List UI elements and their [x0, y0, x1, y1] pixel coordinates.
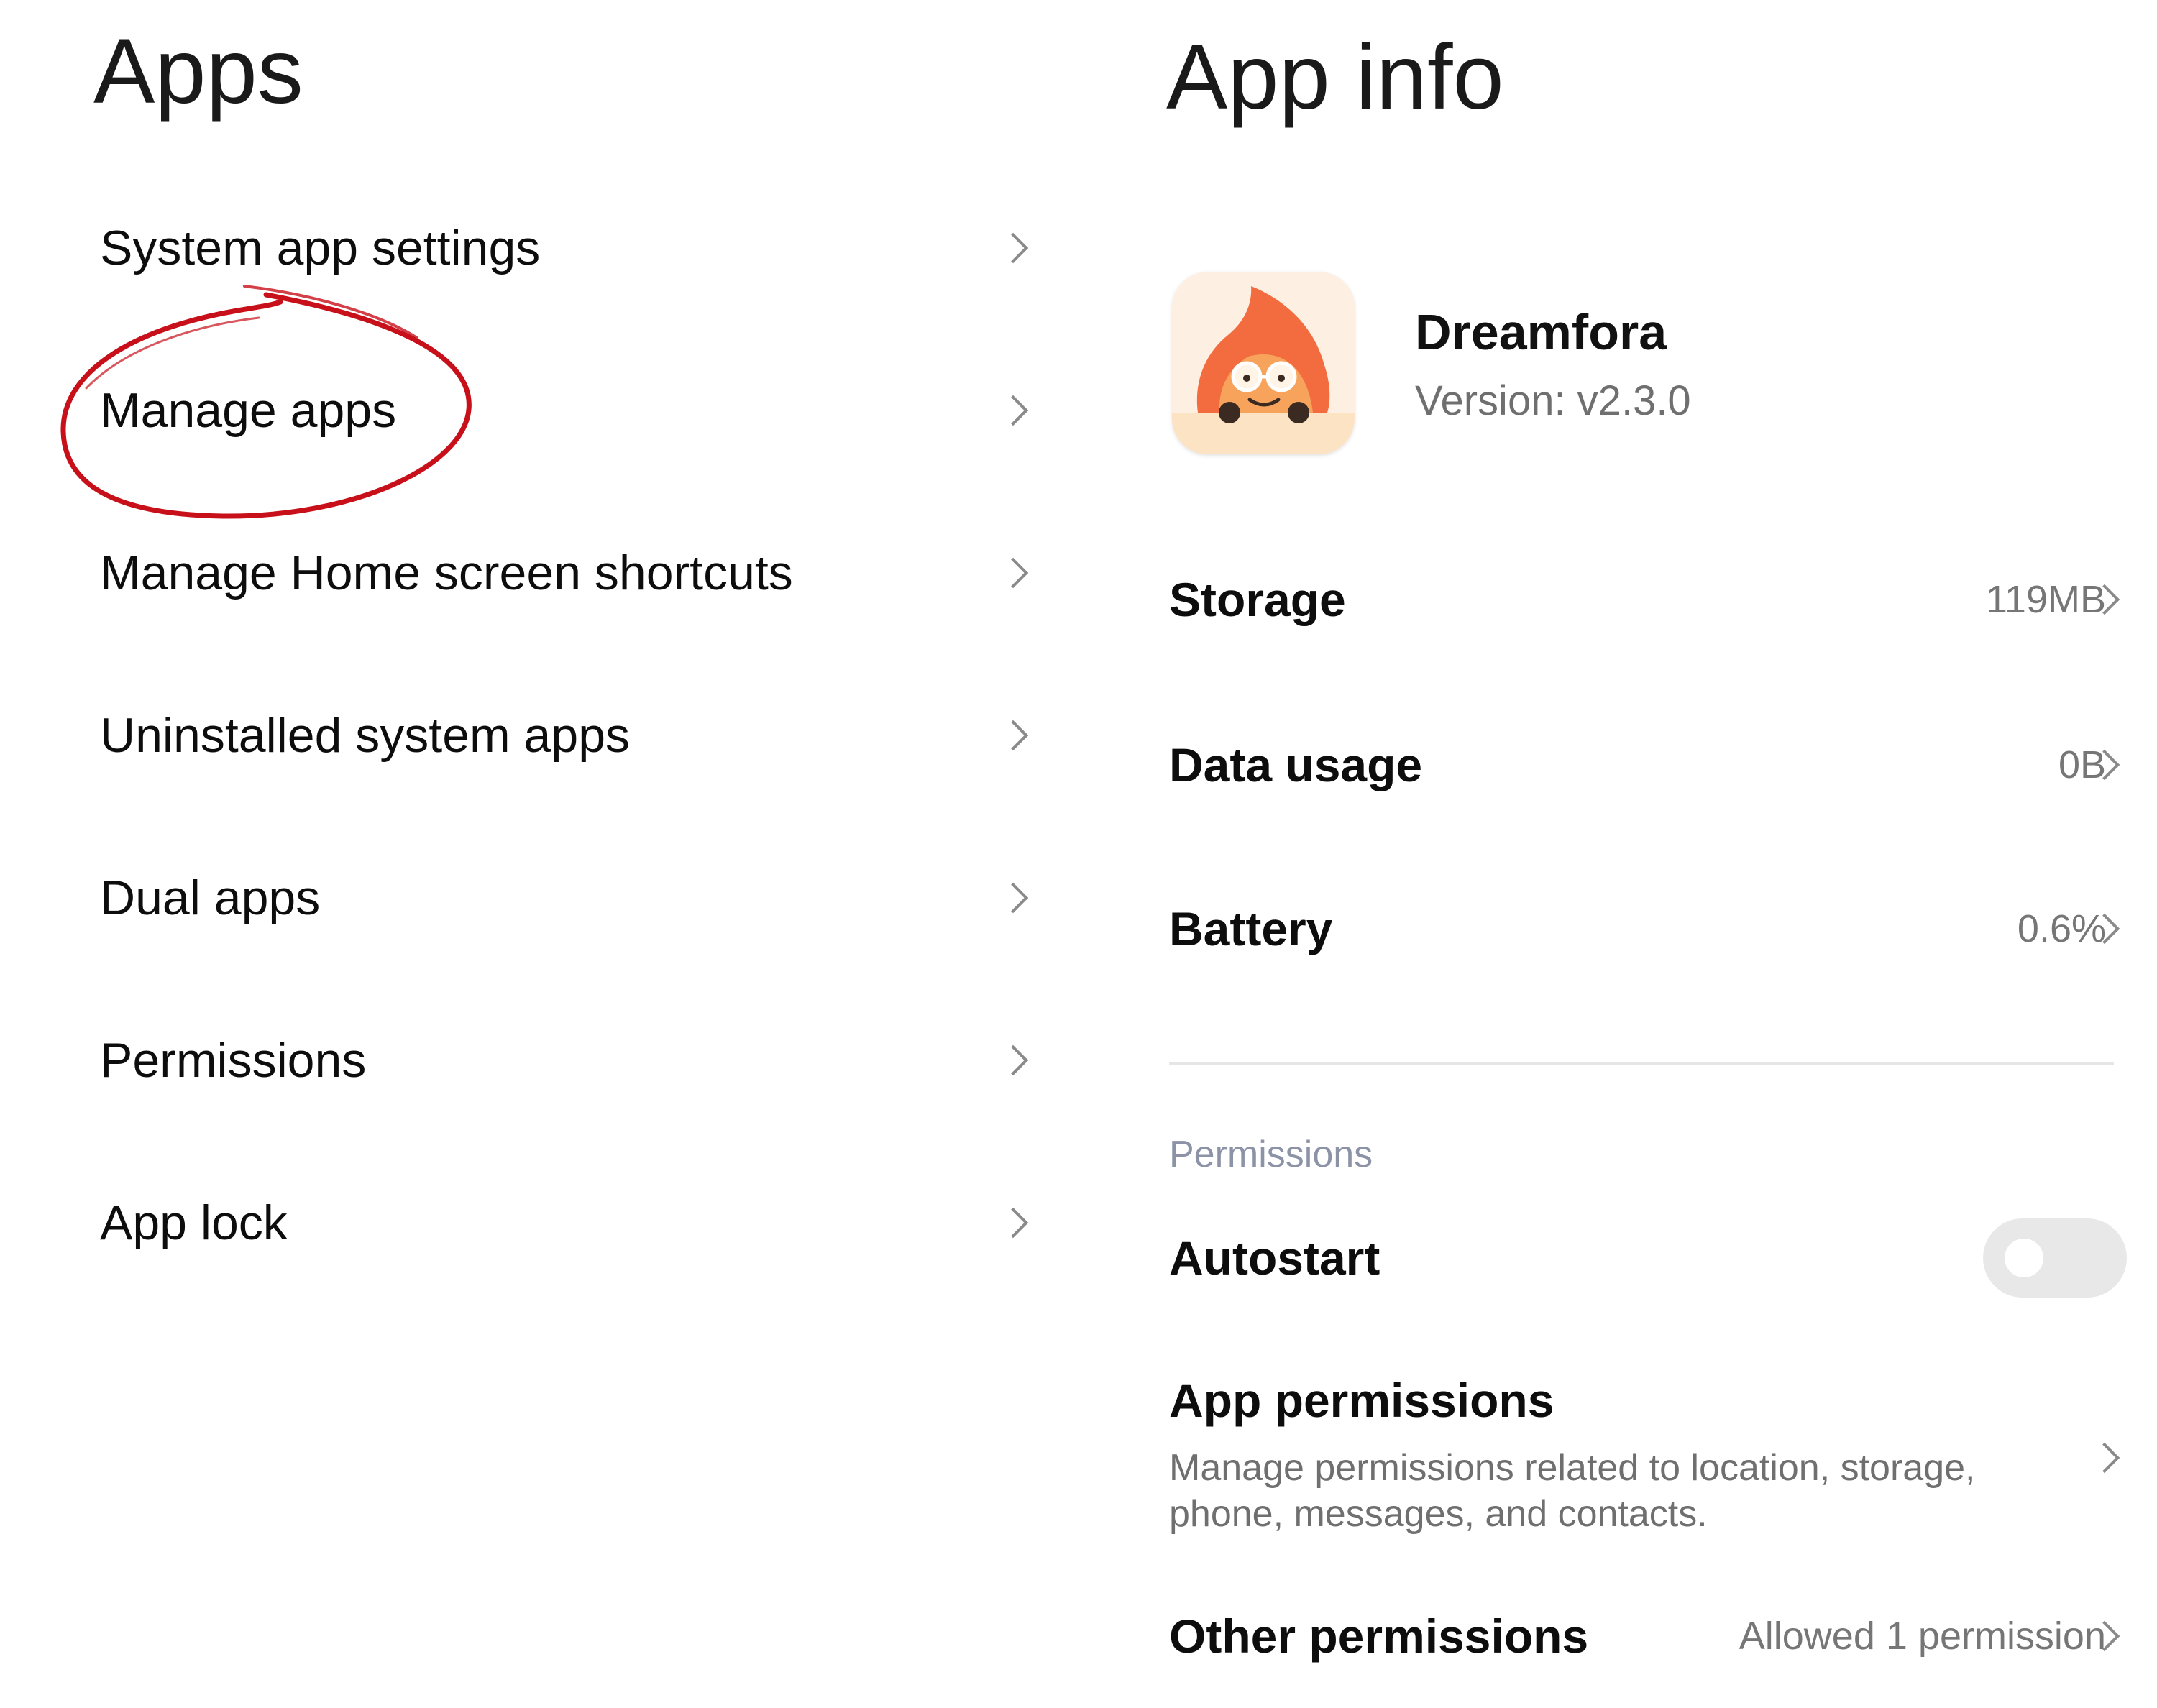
system-app-settings-label: System app settings — [100, 221, 541, 275]
uninstalled-system-apps-item[interactable]: Uninstalled system apps — [0, 654, 1071, 817]
permissions-section-header: Permissions — [1169, 1134, 1373, 1175]
app-name: Dreamfora — [1415, 304, 1667, 360]
other-permissions-value: Allowed 1 permission — [1739, 1615, 2106, 1658]
chevron-right-icon — [2089, 1442, 2120, 1474]
app-header: Dreamfora Version: v2.3.0 — [1172, 272, 2107, 454]
permissions-item[interactable]: Permissions — [0, 979, 1071, 1142]
autostart-label: Autostart — [1169, 1231, 1380, 1285]
manage-apps-item[interactable]: Manage apps — [0, 329, 1071, 492]
chevron-right-icon — [997, 557, 1029, 589]
autostart-toggle[interactable] — [1983, 1218, 2127, 1298]
chevron-right-icon — [997, 232, 1029, 264]
storage-value: 119MB — [1985, 578, 2106, 621]
battery-label: Battery — [1169, 902, 1333, 955]
app-lock-item[interactable]: App lock — [0, 1142, 1071, 1304]
app-permissions-title: App permissions — [1169, 1374, 1554, 1427]
chevron-right-icon — [997, 720, 1029, 751]
app-lock-label: App lock — [100, 1195, 288, 1250]
app-version: Version: v2.3.0 — [1415, 377, 1691, 424]
autostart-row: Autostart — [1143, 1186, 2157, 1330]
storage-label: Storage — [1169, 573, 1346, 626]
apps-page-title: Apps — [93, 20, 303, 123]
dual-apps-item[interactable]: Dual apps — [0, 817, 1071, 979]
manage-apps-label: Manage apps — [100, 383, 397, 438]
data-usage-row[interactable]: Data usage 0B — [1143, 693, 2157, 837]
dual-apps-label: Dual apps — [100, 871, 321, 925]
battery-row[interactable]: Battery 0.6% — [1143, 857, 2157, 1001]
app-info-page-title: App info — [1166, 26, 1504, 129]
chevron-right-icon — [997, 1207, 1029, 1239]
uninstalled-system-apps-label: Uninstalled system apps — [100, 708, 631, 763]
permissions-label: Permissions — [100, 1033, 367, 1088]
app-info-panel: App info Dreamfora Version: v2.3.0 Stora… — [1143, 0, 2157, 1663]
apps-panel: Apps System app settings Manage apps Man… — [0, 0, 1071, 1655]
manage-home-screen-shortcuts-item[interactable]: Manage Home screen shortcuts — [0, 492, 1071, 654]
system-app-settings-item[interactable]: System app settings — [0, 167, 1071, 329]
app-permissions-description: Manage permissions related to location, … — [1169, 1447, 1976, 1535]
data-usage-label: Data usage — [1169, 738, 1423, 791]
chevron-right-icon — [997, 882, 1029, 914]
app-permissions-row[interactable]: App permissions Manage permissions relat… — [1143, 1351, 2157, 1553]
toggle-knob — [2005, 1239, 2043, 1277]
chevron-right-icon — [997, 395, 1029, 426]
other-permissions-label: Other permissions — [1169, 1610, 1589, 1663]
dreamfora-app-icon — [1172, 272, 1355, 454]
storage-row[interactable]: Storage 119MB — [1143, 528, 2157, 671]
section-divider — [1169, 1062, 2114, 1065]
chevron-right-icon — [997, 1044, 1029, 1076]
manage-home-screen-shortcuts-label: Manage Home screen shortcuts — [100, 546, 793, 600]
other-permissions-row[interactable]: Other permissions Allowed 1 permission — [1143, 1564, 2157, 1708]
